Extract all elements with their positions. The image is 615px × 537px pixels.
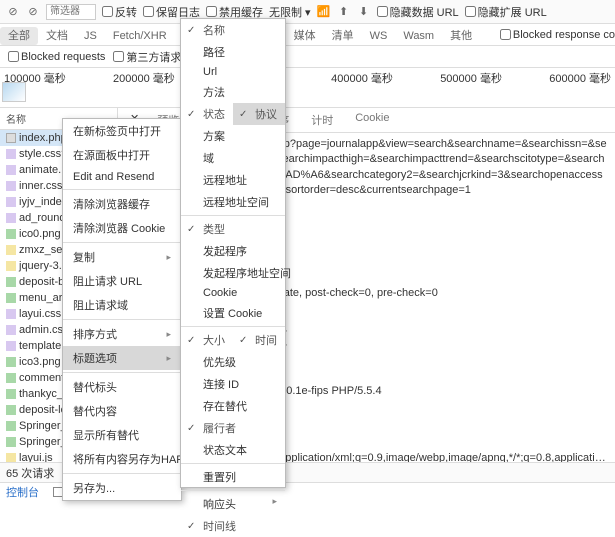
context-menu-item[interactable]: 复制▸ [63,245,181,269]
file-type-icon [6,133,16,143]
submenu-item[interactable]: 方案 [181,125,285,147]
hide-data-url-checkbox[interactable]: 隐藏数据 URL [377,4,459,20]
context-menu-item[interactable]: 阻止请求域 [63,293,181,317]
submenu-item[interactable]: 域 [181,147,285,169]
context-menu: 在新标签页中打开在源面板中打开Edit and Resend 清除浏览器缓存清除浏… [62,118,182,501]
secondary-toolbar: Blocked requests 第三方请求 [0,46,615,68]
file-type-icon [6,325,16,335]
type-tab[interactable]: 文档 [38,27,76,45]
context-menu-item[interactable]: 替代内容 [63,399,181,423]
blocked-response-checkbox[interactable]: Blocked response co [500,29,615,41]
submenu-item[interactable]: 履行者 [181,417,244,439]
submenu-item[interactable]: 远程地址 [181,169,285,191]
submenu-item[interactable]: 时间 [233,329,285,351]
file-type-icon [6,421,16,431]
submenu-item[interactable]: 响应头▸ [181,493,285,515]
submenu-item[interactable]: 大小 [181,329,233,351]
details-tab[interactable]: Cookie [345,108,399,132]
wifi-icon[interactable]: 📶 [317,5,331,19]
context-menu-item[interactable]: 另存为... [63,476,181,500]
waterfall-overview[interactable]: 100000 毫秒200000 毫秒300000 毫秒400000 毫秒5000… [0,68,615,108]
hide-ext-url-checkbox[interactable]: 隐藏扩展 URL [465,4,547,20]
submenu-item[interactable]: 名称 [181,19,233,41]
submenu-item[interactable]: 优先级 [181,351,285,373]
submenu-item[interactable]: 连接 ID [181,373,285,395]
submenu-item[interactable]: Url [181,63,285,81]
submenu-item[interactable]: 存在替代 [181,395,285,417]
context-menu-item[interactable]: 将所有内容另存为HAR [63,447,181,471]
submenu-item[interactable]: 状态文本 [181,439,285,461]
file-type-icon [6,165,16,175]
context-menu-item[interactable]: 标题选项▸ [63,346,181,370]
submenu-item[interactable]: 远程地址空间 [181,191,285,213]
submenu-item[interactable]: 时间线 [181,515,244,537]
file-type-icon [6,373,16,383]
file-type-icon [6,277,16,287]
file-type-icon [6,261,16,271]
submenu-item[interactable]: 发起程序地址空间 [181,262,285,284]
submenu-item[interactable]: 协议 [233,103,285,125]
submenu-item[interactable]: Cookie [181,284,285,302]
header-options-submenu: 名称路径Url方法状态协议方案域远程地址远程地址空间类型发起程序发起程序地址空间… [180,18,286,488]
filter-input[interactable] [46,4,96,20]
context-menu-item[interactable]: 排序方式▸ [63,322,181,346]
submenu-item[interactable]: 重置列 [181,466,285,488]
type-tab[interactable]: 媒体 [286,27,324,45]
context-menu-item[interactable]: 阻止请求 URL [63,269,181,293]
file-type-icon [6,149,16,159]
console-tab[interactable]: 控制台 [6,484,39,500]
type-tab[interactable]: JS [76,27,105,45]
context-menu-item[interactable]: 清除浏览器 Cookie [63,216,181,240]
file-type-icon [6,293,16,303]
devtools-toolbar: ⊘ ⊘ 反转 保留日志 禁用缓存 无限制 ▾ 📶 ⬆ ⬇ 隐藏数据 URL 隐藏… [0,0,615,24]
context-menu-item[interactable]: 显示所有替代 [63,423,181,447]
context-menu-item[interactable]: 在新标签页中打开 [63,119,181,143]
clear-icon[interactable]: ⊘ [26,5,40,19]
context-menu-item[interactable]: 清除浏览器缓存 [63,192,181,216]
context-menu-item[interactable]: 在源面板中打开 [63,143,181,167]
submenu-item[interactable]: 方法 [181,81,285,103]
type-tab[interactable]: 其他 [442,27,480,45]
type-tab[interactable]: WS [362,27,396,45]
file-type-icon [6,309,16,319]
invert-checkbox[interactable]: 反转 [102,4,137,20]
file-type-icon [6,229,16,239]
file-type-icon [6,341,16,351]
file-type-icon [6,357,16,367]
type-tab[interactable]: 清单 [324,27,362,45]
submenu-item[interactable]: 类型 [181,218,233,240]
type-tab[interactable]: Wasm [395,27,442,45]
file-type-icon [6,389,16,399]
file-type-icon [6,213,16,223]
file-type-icon [6,437,16,447]
file-type-icon [6,197,16,207]
submenu-item[interactable]: 状态 [181,103,233,125]
waterfall-thumbnail [2,82,26,102]
type-tab[interactable]: Fetch/XHR [105,27,175,45]
stop-icon[interactable]: ⊘ [6,5,20,19]
download-icon[interactable]: ⬇ [357,5,371,19]
submenu-item[interactable]: 发起程序 [181,240,285,262]
submenu-item[interactable]: 设置 Cookie [181,302,285,324]
file-type-icon [6,181,16,191]
file-type-icon [6,405,16,415]
request-count: 65 次请求 [6,465,54,481]
blocked-requests-checkbox[interactable]: Blocked requests [8,51,105,63]
type-filter-tabs: 全部文档JSFetch/XHRCSS字体Img媒体清单WSWasm其他 Bloc… [0,24,615,46]
file-type-icon [6,245,16,255]
third-party-checkbox[interactable]: 第三方请求 [113,49,181,65]
context-menu-item[interactable]: Edit and Resend [63,167,181,187]
submenu-item[interactable]: 路径 [181,41,285,63]
type-tab[interactable]: 全部 [0,27,38,45]
upload-icon[interactable]: ⬆ [337,5,351,19]
context-menu-item[interactable]: 替代标头 [63,375,181,399]
details-tab[interactable]: 计时 [301,108,343,132]
